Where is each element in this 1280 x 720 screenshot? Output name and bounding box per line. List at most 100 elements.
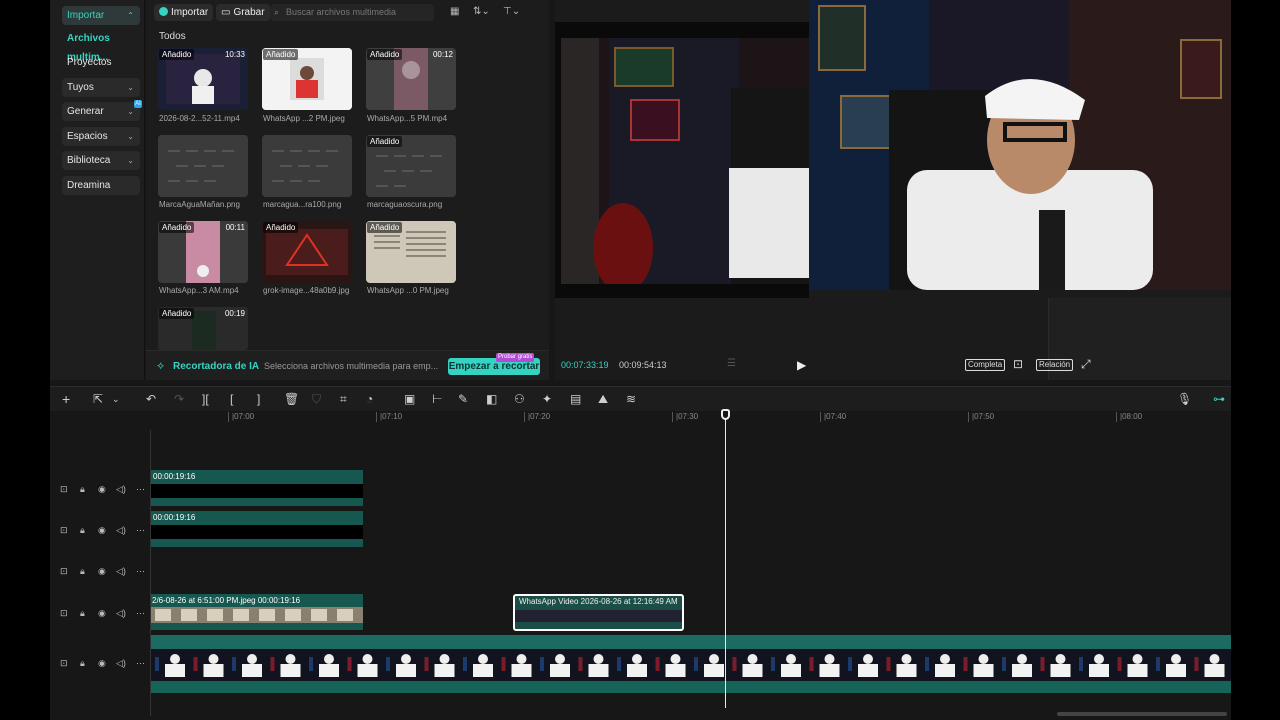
- clip-whatsapp-video[interactable]: WhatsApp Video 2026-08-26 at 12:16:49 AM: [513, 594, 684, 631]
- speed-icon[interactable]: ◔: [366, 392, 373, 406]
- add-track-icon[interactable]: +: [62, 392, 70, 406]
- film-frame-head: [247, 654, 257, 664]
- crop-icon[interactable]: ⌗: [340, 392, 347, 406]
- full-quality-button[interactable]: Completa: [965, 359, 1006, 371]
- playhead-line[interactable]: [725, 410, 726, 708]
- delete-icon[interactable]: 🗑︎: [284, 392, 299, 406]
- play-icon[interactable]: ▶: [797, 358, 806, 372]
- volume-icon[interactable]: ◁): [116, 525, 126, 536]
- filter-icon[interactable]: ⊤⌄: [503, 6, 520, 17]
- clip-footer: [151, 623, 363, 630]
- lock-icon[interactable]: 🔒︎: [80, 484, 85, 495]
- select-tool-icon[interactable]: ⇱: [93, 392, 103, 406]
- eye-icon[interactable]: ◉: [98, 658, 106, 669]
- frame-icon[interactable]: ⊢: [432, 392, 442, 406]
- subtitle-icon[interactable]: ▤: [570, 392, 581, 406]
- film-frame-light: [309, 657, 313, 671]
- volume-icon[interactable]: ◁): [116, 484, 126, 495]
- film-frame-body: [511, 664, 532, 677]
- playhead-handle[interactable]: [721, 409, 730, 420]
- film-frame-light: [809, 657, 814, 671]
- film-frame-light: [232, 657, 236, 671]
- record-button[interactable]: ▭ Grabar: [216, 4, 270, 21]
- audio-wave-icon[interactable]: ≋: [626, 392, 636, 406]
- film-frame-body: [396, 664, 416, 677]
- film-frame-head: [1055, 654, 1066, 664]
- sidebar-item-spaces[interactable]: Espacios ⌄: [62, 127, 140, 146]
- search-input[interactable]: ⌕ Buscar archivos multimedia: [270, 4, 434, 21]
- media-card-3[interactable]: [158, 135, 248, 197]
- sidebar-item-import[interactable]: Importar ⌃: [62, 6, 140, 25]
- chevron-down-icon[interactable]: ⌄: [112, 392, 120, 406]
- main-video-filmstrip[interactable]: [151, 649, 1231, 681]
- eye-icon[interactable]: ◉: [98, 484, 106, 495]
- media-card-9[interactable]: Añadido 00:19: [158, 307, 248, 350]
- sidebar-item-library[interactable]: Biblioteca ⌄: [62, 151, 140, 170]
- grid-view-icon[interactable]: ▦: [450, 6, 459, 17]
- lock-icon[interactable]: 🔒︎: [80, 658, 85, 669]
- media-card-5[interactable]: Añadido: [366, 135, 456, 197]
- sidebar-item-media-files[interactable]: Archivos multim...: [62, 29, 140, 63]
- magic-icon[interactable]: ✦: [542, 392, 552, 406]
- trim-left-icon[interactable]: [: [230, 392, 233, 406]
- volume-icon[interactable]: ◁): [116, 658, 126, 669]
- sidebar-item-secondary-projects[interactable]: Proyectos secun...: [62, 53, 140, 87]
- camera-icon: ▭: [221, 7, 231, 18]
- film-frame-body: [819, 664, 840, 677]
- more-icon[interactable]: ⋯: [136, 525, 145, 536]
- split-icon[interactable]: ][: [202, 392, 209, 406]
- ruler-tick: |07:50: [968, 412, 994, 422]
- person-icon[interactable]: ⚇: [514, 392, 525, 406]
- volume-icon[interactable]: ◁): [116, 566, 126, 577]
- media-name: marcaguaoscura.png: [367, 200, 443, 209]
- film-frame-head: [170, 654, 180, 664]
- fullscreen-icon[interactable]: ⤢: [1081, 357, 1091, 372]
- media-card-6[interactable]: Añadido 00:11: [158, 221, 248, 283]
- film-frame-light: [501, 657, 506, 671]
- import-button[interactable]: Importar: [154, 4, 214, 21]
- film-frame-light: [848, 657, 852, 671]
- media-card-0[interactable]: Añadido 10:33: [158, 48, 248, 110]
- more-icon[interactable]: ⋯: [136, 658, 145, 669]
- media-panel: Importar ▭ Grabar ⌕ Buscar archivos multim…: [146, 0, 549, 380]
- aspect-ratio-button[interactable]: Relación: [1036, 359, 1074, 371]
- redo-icon[interactable]: ↷: [174, 392, 184, 406]
- image-edit-icon[interactable]: ▣: [404, 392, 415, 406]
- media-card-7[interactable]: Añadido: [262, 221, 352, 283]
- sidebar-item-dreamina[interactable]: Dreamina: [62, 176, 140, 195]
- trim-right-icon[interactable]: ]: [257, 392, 260, 406]
- horizontal-scrollbar[interactable]: [1057, 712, 1227, 716]
- media-card-2[interactable]: Añadido 00:12: [366, 48, 456, 110]
- fit-screen-icon[interactable]: ⊡: [1013, 357, 1023, 371]
- pen-icon[interactable]: ✎: [458, 392, 468, 406]
- eye-icon[interactable]: ◉: [98, 566, 106, 577]
- microphone-icon[interactable]: 🎙︎: [1177, 392, 1192, 406]
- lock-icon[interactable]: 🔒︎: [80, 525, 85, 536]
- image-icon[interactable]: ⛰: [598, 392, 608, 406]
- current-time: 00:07:33:19: [561, 360, 609, 370]
- more-icon[interactable]: ⋯: [136, 608, 145, 619]
- film-frame-head: [401, 654, 411, 664]
- timeline-grid-icon[interactable]: ☰: [727, 358, 736, 369]
- lock-icon[interactable]: 🔒︎: [80, 566, 85, 577]
- shield-icon[interactable]: ⛉: [312, 392, 321, 406]
- film-frame-head: [516, 654, 527, 664]
- lock-icon[interactable]: 🔒︎: [80, 608, 85, 619]
- sidebar-item-generate[interactable]: Generar ⌄: [62, 102, 140, 121]
- mirror-icon[interactable]: ◧: [486, 392, 497, 406]
- film-frame-head: [208, 654, 219, 664]
- sort-icon[interactable]: ⇅⌄: [473, 6, 490, 17]
- more-icon[interactable]: ⋯: [136, 566, 145, 577]
- media-card-1[interactable]: Añadido: [262, 48, 352, 110]
- media-card-4[interactable]: [262, 135, 352, 197]
- media-card-8[interactable]: Añadido: [366, 221, 456, 283]
- link-toggle-icon[interactable]: ⊶: [1213, 392, 1225, 406]
- eye-icon[interactable]: ◉: [98, 608, 106, 619]
- more-icon[interactable]: ⋯: [136, 484, 145, 495]
- added-badge: Añadido: [159, 222, 195, 233]
- eye-icon[interactable]: ◉: [98, 525, 106, 536]
- sidebar-item-yours[interactable]: Tuyos ⌄: [62, 78, 140, 97]
- clip-footer: [151, 498, 363, 506]
- undo-icon[interactable]: ↶: [146, 392, 156, 406]
- volume-icon[interactable]: ◁): [116, 608, 126, 619]
